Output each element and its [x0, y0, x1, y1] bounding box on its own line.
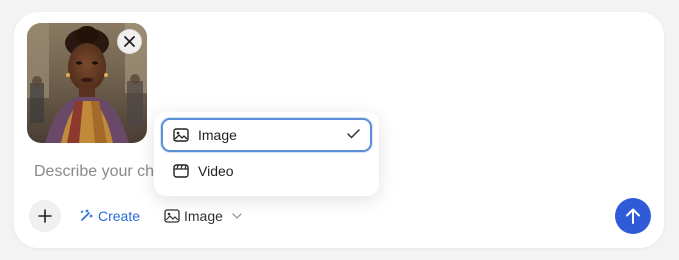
plus-icon	[38, 209, 52, 223]
chevron-down-icon	[232, 213, 242, 219]
magic-wand-icon	[80, 209, 93, 221]
send-button[interactable]	[615, 198, 651, 234]
mode-selector-button[interactable]: Image	[164, 205, 242, 227]
dropdown-item-label: Image	[198, 127, 237, 143]
dropdown-item-image[interactable]: Image	[161, 118, 372, 152]
add-button[interactable]	[29, 200, 61, 232]
close-icon	[124, 36, 135, 47]
mode-dropdown-menu: Image Video	[154, 112, 379, 196]
create-label: Create	[98, 208, 141, 224]
create-button[interactable]: Create	[78, 205, 140, 227]
dropdown-item-label: Video	[198, 163, 234, 179]
checkmark-icon	[347, 129, 360, 139]
video-icon	[173, 164, 189, 178]
prompt-input[interactable]	[34, 160, 174, 184]
image-icon	[173, 128, 189, 142]
arrow-up-icon	[626, 208, 640, 224]
dropdown-item-video[interactable]: Video	[161, 154, 372, 188]
mode-label: Image	[184, 208, 223, 224]
remove-attachment-button[interactable]	[117, 29, 142, 54]
image-icon	[164, 209, 180, 223]
